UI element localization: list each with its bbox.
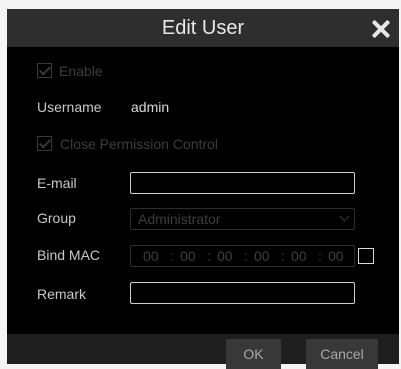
mac-octet: 00: [254, 248, 270, 264]
enable-label: Enable: [59, 63, 103, 79]
bind-mac-label: Bind MAC: [37, 247, 101, 263]
mac-separator: :: [207, 248, 211, 264]
close-permission-label: Close Permission Control: [60, 136, 218, 152]
group-selected-value: Administrator: [138, 211, 221, 227]
mac-octet: 00: [217, 248, 233, 264]
remark-field[interactable]: [130, 282, 355, 304]
email-field[interactable]: [130, 172, 355, 194]
edit-user-dialog: Edit User Enable Username admin Close Pe…: [7, 9, 399, 369]
remark-label: Remark: [37, 286, 87, 302]
mac-octet: 00: [328, 248, 344, 264]
mac-octet: 00: [143, 248, 159, 264]
mac-separator: :: [318, 248, 322, 264]
mac-separator: :: [244, 248, 248, 264]
dialog-titlebar: Edit User: [7, 9, 399, 47]
enable-checkbox: [37, 63, 52, 78]
mac-octet: 00: [291, 248, 307, 264]
mac-address-field: 00 : 00 : 00 : 00 : 00 : 00: [130, 245, 355, 267]
close-icon[interactable]: [371, 19, 391, 39]
mac-separator: :: [281, 248, 285, 264]
mac-octet: 00: [180, 248, 196, 264]
username-label: Username: [37, 99, 102, 115]
group-select: Administrator: [130, 208, 355, 230]
group-label: Group: [37, 210, 76, 226]
username-value: admin: [131, 99, 170, 115]
chevron-down-icon: [339, 211, 350, 222]
bind-mac-checkbox[interactable]: [358, 248, 374, 264]
mac-separator: :: [170, 248, 174, 264]
dialog-title: Edit User: [161, 17, 245, 39]
email-label: E-mail: [37, 175, 77, 191]
close-permission-checkbox: [37, 136, 52, 151]
